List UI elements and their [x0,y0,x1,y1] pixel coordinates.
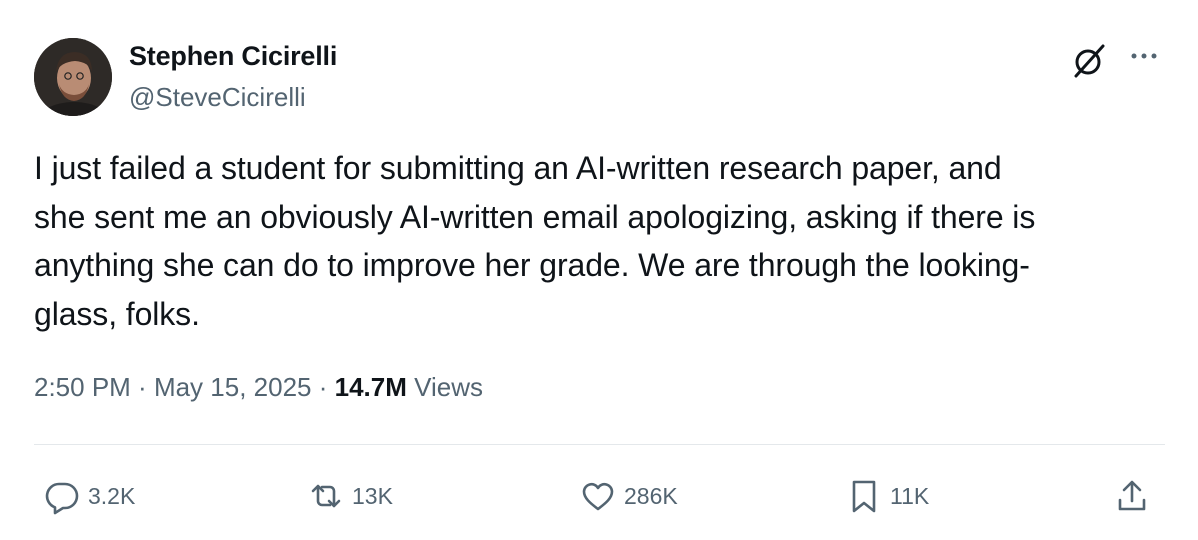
reply-bubble-icon [42,476,82,516]
tweet-text-line: I just failed a student for submitting a… [34,150,1002,186]
bookmark-button[interactable]: 11K [844,474,929,518]
heart-icon [578,476,618,516]
tweet-text: I just failed a student for submitting a… [34,144,1164,338]
repost-count: 13K [352,482,393,509]
tweet-text-line: anything she can do to improve her grade… [34,247,1030,283]
repost-arrows-icon [306,476,346,516]
repost-button[interactable]: 13K [306,474,393,518]
reply-count: 3.2K [88,482,136,509]
share-upload-icon [1112,476,1152,516]
avatar[interactable] [34,38,112,116]
tweet-card: Stephen Cicirelli @SteveCicirelli I just… [0,0,1198,540]
bookmark-icon [844,476,884,516]
tweet-text-line: glass, folks. [34,295,200,332]
meta-separator: · [311,372,335,402]
divider [34,444,1165,445]
tweet-meta: 2:50 PM · May 15, 2025 · 14.7M Views [34,372,483,403]
tweet-time[interactable]: 2:50 PM [34,372,131,402]
tweet-date[interactable]: May 15, 2025 [154,372,312,402]
tweet-text-line: she sent me an obviously AI-written emai… [34,198,1036,235]
meta-separator: · [130,372,154,402]
share-button[interactable] [1112,474,1152,518]
author-handle[interactable]: @SteveCicirelli [129,82,306,113]
reply-button[interactable]: 3.2K [42,474,135,518]
like-count: 286K [624,482,678,509]
views-count[interactable]: 14.7M [335,372,407,402]
like-button[interactable]: 286K [578,474,678,518]
views-label: Views [406,372,483,402]
bookmark-count: 11K [890,482,930,509]
grok-icon[interactable] [1070,42,1108,80]
author-display-name[interactable]: Stephen Cicirelli [129,41,337,72]
more-dots-icon[interactable] [1126,44,1162,68]
